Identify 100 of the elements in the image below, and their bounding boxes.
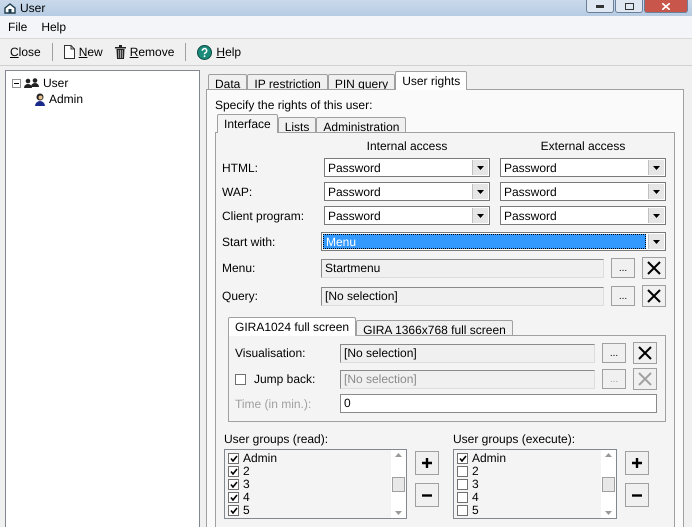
clear-icon (638, 346, 652, 360)
minus-icon (422, 494, 432, 496)
tree-item[interactable]: Admin (49, 92, 84, 106)
scroll-down-icon[interactable] (395, 511, 402, 515)
close-button[interactable] (644, 0, 688, 13)
caret-icon (653, 190, 660, 194)
maximize-button[interactable] (615, 0, 643, 13)
tab[interactable]: PIN query (328, 74, 396, 89)
plus-icon (632, 458, 642, 468)
house-icon (4, 2, 16, 14)
field-label: Menu: (222, 261, 256, 275)
toolbar-button[interactable]: Remove (110, 43, 178, 61)
scroll-up-icon[interactable] (605, 453, 612, 457)
maximize-icon (624, 2, 634, 10)
close-icon (662, 2, 670, 10)
checkbox[interactable] (228, 492, 239, 503)
browse-button[interactable]: ... (611, 258, 635, 278)
scrollbar[interactable] (601, 450, 616, 518)
menu-item[interactable]: Help (41, 20, 66, 34)
collapse-icon[interactable] (12, 78, 21, 88)
checkbox[interactable] (457, 466, 468, 477)
clear-icon (647, 261, 661, 275)
checkbox[interactable] (228, 505, 239, 516)
help-icon (197, 44, 212, 60)
checkbox[interactable] (457, 479, 468, 490)
read-only-field: [No selection] (321, 286, 604, 306)
list-item[interactable]: 5 (472, 504, 479, 517)
clear-icon (647, 289, 661, 303)
toolbar-button[interactable]: New (60, 43, 107, 61)
menu-item[interactable]: File (8, 20, 28, 34)
list-item[interactable]: 3 (472, 478, 479, 491)
clear-button[interactable] (633, 342, 657, 364)
list-item[interactable]: 3 (243, 478, 250, 491)
checkbox[interactable] (457, 505, 468, 516)
dropdown[interactable]: Password (500, 182, 666, 201)
remove-button[interactable] (625, 483, 649, 507)
list-item[interactable]: Admin (472, 452, 506, 465)
dropdown[interactable]: Password (324, 206, 490, 225)
field-label: Visualisation: (235, 346, 306, 360)
tab[interactable]: GIRA1024 full screen (228, 317, 356, 336)
list-item[interactable]: 4 (472, 491, 479, 504)
list-item[interactable]: 2 (243, 465, 250, 478)
browse-button[interactable]: ... (602, 343, 626, 363)
tab[interactable]: Data (208, 74, 248, 89)
checkbox[interactable] (457, 453, 468, 464)
tree-item[interactable]: User (43, 76, 68, 90)
tab[interactable]: Administration (316, 117, 406, 132)
trash-icon (114, 45, 126, 59)
plus-icon (422, 458, 432, 468)
clear-icon (638, 372, 652, 386)
scroll-thumb[interactable] (392, 476, 405, 492)
read-only-field: [No selection] (340, 344, 595, 362)
checkbox[interactable] (228, 453, 239, 464)
minimize-button[interactable] (586, 0, 614, 13)
dropdown[interactable]: Password (324, 158, 490, 177)
tab[interactable]: Lists (278, 117, 316, 132)
checkbox[interactable] (235, 374, 246, 384)
tab[interactable]: GIRA 1366x768 full screen (356, 320, 513, 335)
window-title: User (20, 1, 46, 15)
caret-icon (477, 166, 484, 170)
tab[interactable]: User rights (395, 71, 468, 90)
caret-icon (653, 166, 660, 170)
scroll-up-icon[interactable] (395, 453, 402, 457)
scroll-thumb[interactable] (602, 476, 615, 492)
caret-icon (477, 214, 484, 218)
checkbox[interactable] (228, 479, 239, 490)
browse-button[interactable]: ... (611, 286, 635, 306)
field-label: Start with: (222, 234, 276, 248)
minimize-icon (596, 4, 604, 8)
tab[interactable]: Interface (217, 114, 278, 133)
add-button[interactable] (625, 451, 649, 475)
dropdown[interactable]: Password (500, 206, 666, 225)
scrollbar[interactable] (391, 450, 406, 518)
list-item[interactable]: 4 (243, 491, 250, 504)
user-icon (34, 92, 46, 106)
caret-icon (477, 190, 484, 194)
clear-button[interactable] (642, 285, 666, 307)
scroll-down-icon[interactable] (605, 511, 612, 515)
toolbar-button[interactable]: Help (193, 42, 246, 62)
tab[interactable]: IP restriction (247, 74, 328, 89)
list-label: User groups (read): (224, 432, 330, 446)
toolbar-button[interactable]: Close (6, 43, 45, 61)
add-button[interactable] (415, 451, 439, 475)
list-item[interactable]: 2 (472, 465, 479, 478)
clear-button[interactable] (642, 257, 666, 279)
input-field[interactable]: 0 (340, 394, 657, 413)
dropdown[interactable]: Password (500, 158, 666, 177)
caret-icon (653, 240, 660, 244)
checkbox[interactable] (457, 492, 468, 503)
caret-icon (653, 214, 660, 218)
prompt-text: Specify the rights of this user: (215, 98, 374, 112)
field-label: Client program: (222, 208, 306, 222)
list-item[interactable]: Admin (243, 452, 278, 465)
field-label: HTML: (222, 160, 259, 174)
checkbox[interactable] (228, 466, 239, 477)
remove-button[interactable] (415, 483, 439, 507)
column-heading: Internal access (366, 139, 448, 153)
list-item[interactable]: 5 (243, 504, 250, 517)
read-only-field: Startmenu (321, 258, 604, 278)
dropdown[interactable]: Password (324, 182, 490, 201)
